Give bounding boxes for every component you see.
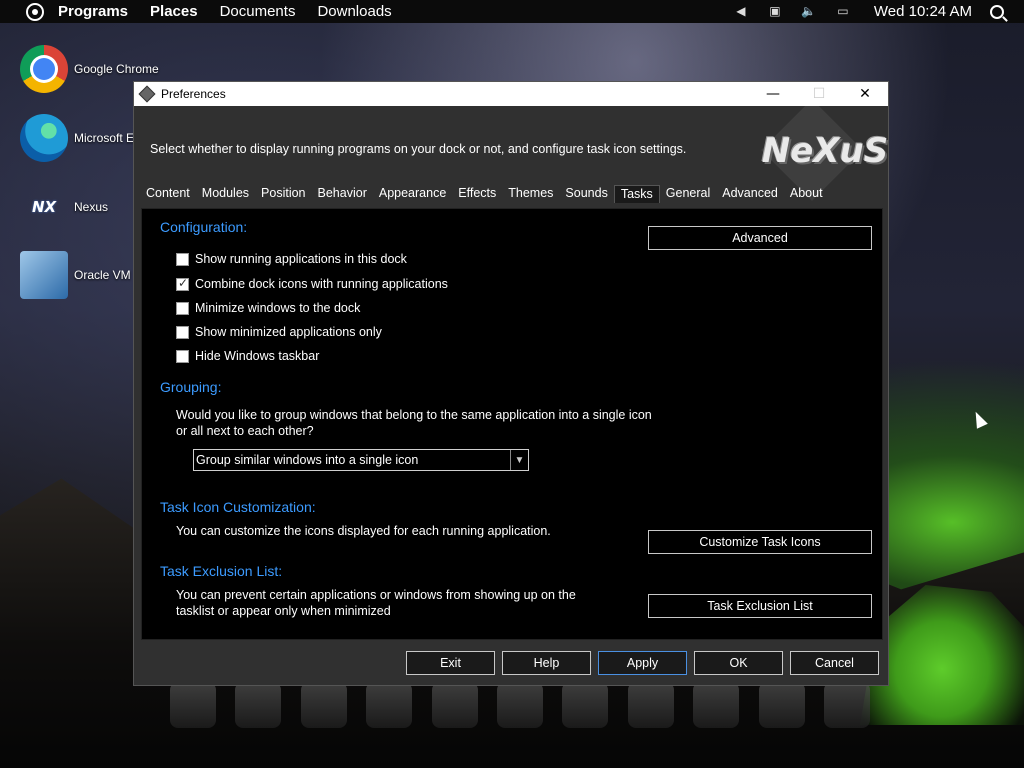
dock-item[interactable] — [824, 682, 871, 728]
chevron-down-icon[interactable]: ▼ — [510, 450, 528, 470]
window-title: Preferences — [161, 87, 226, 101]
tab-general[interactable]: General — [660, 185, 716, 203]
checkbox-combine-icons[interactable]: Combine dock icons with running applicat… — [176, 276, 448, 291]
task-icon-heading: Task Icon Customization: — [160, 499, 316, 515]
tab-advanced[interactable]: Advanced — [716, 185, 784, 203]
tab-behavior[interactable]: Behavior — [312, 185, 373, 203]
checkbox[interactable] — [176, 252, 189, 266]
close-button[interactable]: ✕ — [842, 82, 888, 106]
checkbox-show-running[interactable]: Show running applications in this dock — [176, 252, 407, 266]
grouping-heading: Grouping: — [160, 379, 222, 395]
desktop-icon-label: Oracle VM — [74, 268, 131, 282]
dock-item[interactable] — [627, 682, 674, 728]
tab-appearance[interactable]: Appearance — [373, 185, 452, 203]
dropdown-value: Group similar windows into a single icon — [196, 453, 419, 467]
exit-button[interactable]: Exit — [406, 651, 495, 675]
tab-bar: Content Modules Position Behavior Appear… — [140, 185, 829, 203]
tab-about[interactable]: About — [784, 185, 829, 203]
checkbox-label: Show minimized applications only — [195, 325, 382, 339]
dock-item[interactable] — [562, 682, 609, 728]
tab-themes[interactable]: Themes — [502, 185, 559, 203]
virtualbox-icon — [20, 251, 68, 299]
nexus-icon: NX — [31, 198, 57, 216]
dock-item[interactable] — [431, 682, 478, 728]
tab-modules[interactable]: Modules — [196, 185, 255, 203]
cancel-button[interactable]: Cancel — [790, 651, 879, 675]
tasks-panel: Configuration: Advanced Show running app… — [141, 208, 883, 640]
menu-downloads[interactable]: Downloads — [317, 3, 391, 20]
checkbox-label: Hide Windows taskbar — [195, 349, 320, 363]
title-bar[interactable]: Preferences — ☐ ✕ — [134, 82, 888, 106]
dock-item[interactable] — [300, 682, 347, 728]
apply-button[interactable]: Apply — [598, 651, 687, 675]
grouping-description: Would you like to group windows that bel… — [176, 408, 652, 438]
checkbox[interactable] — [176, 301, 189, 315]
task-exclusion-description: You can prevent certain applications or … — [176, 588, 576, 618]
checkbox-minimize-to-dock[interactable]: Minimize windows to the dock — [176, 301, 360, 315]
checkbox-label: Show running applications in this dock — [195, 252, 407, 266]
tab-position[interactable]: Position — [255, 185, 311, 203]
tray-arrow-icon[interactable]: ◀ — [730, 4, 752, 20]
header-banner: NeXuS Select whether to display running … — [134, 99, 888, 201]
top-panel: Programs Places Documents Downloads ◀ ▣ … — [0, 0, 1024, 23]
task-exclusion-heading: Task Exclusion List: — [160, 563, 283, 579]
task-exclusion-list-button[interactable]: Task Exclusion List — [648, 594, 872, 618]
ok-button[interactable]: OK — [694, 651, 783, 675]
preferences-window: Preferences — ☐ ✕ NeXuS Select whether t… — [133, 81, 889, 686]
advanced-button[interactable]: Advanced — [648, 226, 872, 250]
dock-item[interactable] — [366, 682, 413, 728]
desktop-icon-label: Nexus — [74, 200, 109, 214]
checkbox-label: Minimize windows to the dock — [195, 301, 361, 315]
dock-item[interactable] — [235, 682, 282, 728]
mouse-cursor-icon — [970, 409, 988, 429]
configuration-heading: Configuration: — [160, 219, 248, 235]
chrome-icon — [20, 45, 68, 93]
checkbox-hide-taskbar[interactable]: Hide Windows taskbar — [176, 349, 319, 363]
task-icon-description: You can customize the icons displayed fo… — [176, 524, 551, 538]
minimize-button[interactable]: — — [750, 82, 796, 106]
tab-tasks[interactable]: Tasks — [613, 185, 660, 203]
clock[interactable]: Wed 10:24 AM — [874, 3, 972, 20]
checkbox[interactable] — [176, 325, 189, 339]
dock-item[interactable] — [693, 682, 740, 728]
checkbox[interactable] — [176, 349, 189, 363]
dock-item[interactable] — [169, 682, 216, 728]
dock-item[interactable] — [496, 682, 543, 728]
checkbox[interactable] — [176, 276, 189, 291]
system-tray: ◀ ▣ 🔈 ▭ Wed 10:24 AM — [730, 3, 1024, 20]
notification-icon[interactable]: ▭ — [832, 4, 854, 20]
menu-places[interactable]: Places — [150, 3, 198, 20]
maximize-button[interactable]: ☐ — [796, 82, 842, 106]
volume-muted-icon[interactable]: 🔈 — [798, 4, 820, 20]
checkbox-label: Combine dock icons with running applicat… — [195, 277, 448, 291]
page-description: Select whether to display running progra… — [150, 142, 687, 156]
search-icon[interactable] — [990, 4, 1004, 19]
tab-effects[interactable]: Effects — [452, 185, 502, 203]
desktop-icon-label: Google Chrome — [74, 62, 159, 76]
tab-content[interactable]: Content — [140, 185, 196, 203]
menu-documents[interactable]: Documents — [220, 3, 296, 20]
app-icon — [138, 85, 156, 103]
network-icon[interactable]: ▣ — [764, 4, 786, 20]
dock-item[interactable] — [758, 682, 805, 728]
menu-programs[interactable]: Programs — [58, 3, 128, 20]
edge-icon — [20, 114, 68, 162]
checkbox-show-minimized-only[interactable]: Show minimized applications only — [176, 325, 382, 339]
nexus-logo: NeXuS — [761, 131, 889, 171]
start-menu-icon[interactable] — [26, 2, 44, 21]
grouping-dropdown[interactable]: Group similar windows into a single icon… — [193, 449, 529, 471]
desktop-icon-label: Microsoft E — [74, 131, 135, 145]
help-button[interactable]: Help — [502, 651, 591, 675]
customize-task-icons-button[interactable]: Customize Task Icons — [648, 530, 872, 554]
tab-sounds[interactable]: Sounds — [559, 185, 613, 203]
